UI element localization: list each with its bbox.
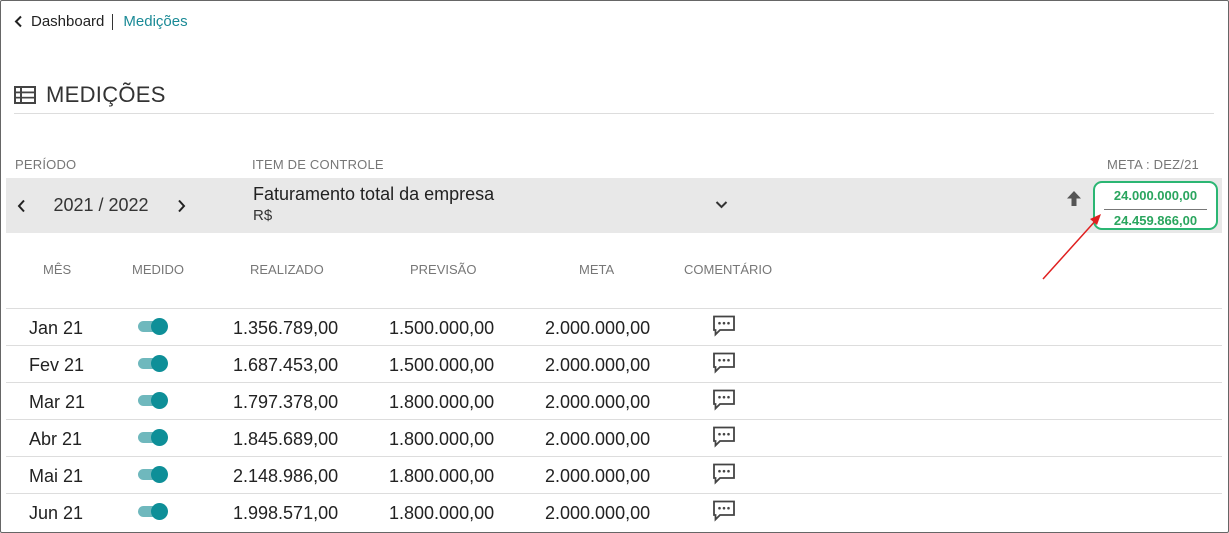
- medido-toggle[interactable]: [138, 465, 169, 484]
- label-item-controle: ITEM DE CONTROLE: [252, 157, 384, 172]
- col-header-mes: MÊS: [43, 262, 72, 277]
- col-header-comentario: COMENTÁRIO: [684, 262, 773, 277]
- period-selector: 2021 / 2022: [6, 178, 196, 233]
- cell-realizado: 1.356.789,00: [233, 318, 339, 338]
- comment-icon[interactable]: [712, 315, 736, 342]
- cell-previsao: 1.800.000,00: [389, 392, 495, 412]
- cell-mes: Mar 21: [29, 392, 86, 412]
- col-header-realizado: REALIZADO: [250, 262, 324, 277]
- cell-realizado: 1.998.571,00: [233, 503, 339, 523]
- page-title-text: MEDIÇÕES: [46, 82, 166, 107]
- comment-icon[interactable]: [712, 389, 736, 416]
- cell-previsao: 1.500.000,00: [389, 355, 495, 375]
- breadcrumb-separator: [112, 13, 114, 30]
- period-next-button[interactable]: [166, 191, 196, 221]
- cell-realizado: 1.797.378,00: [233, 392, 339, 412]
- chevron-left-icon: [14, 15, 22, 28]
- chevron-left-icon: [17, 199, 25, 212]
- medido-toggle[interactable]: [138, 502, 169, 521]
- item-dropdown-button[interactable]: [709, 192, 733, 216]
- medido-toggle[interactable]: [138, 317, 169, 336]
- table-row: Fev 21 1.687.453,00 1.500.000,00 2.000.0…: [6, 346, 1222, 383]
- cell-previsao: 1.800.000,00: [389, 466, 495, 486]
- table-row: Jan 21 1.356.789,00 1.500.000,00 2.000.0…: [6, 309, 1222, 346]
- cell-meta: 2.000.000,00: [545, 318, 651, 338]
- list-icon: [14, 86, 36, 104]
- cell-meta: 2.000.000,00: [545, 429, 651, 449]
- cell-mes: Jun 21: [29, 503, 84, 523]
- cell-meta: 2.000.000,00: [545, 503, 651, 523]
- cell-meta: 2.000.000,00: [545, 355, 651, 375]
- meta-divider: [1104, 209, 1207, 210]
- breadcrumb-dashboard[interactable]: Dashboard: [31, 13, 104, 30]
- comment-icon[interactable]: [712, 463, 736, 490]
- control-item[interactable]: Faturamento total da empresa R$: [253, 184, 494, 224]
- breadcrumb-back-link[interactable]: Dashboard: [14, 13, 104, 30]
- medido-toggle[interactable]: [138, 354, 169, 373]
- meta-box: 24.000.000,00 24.459.866,00: [1093, 181, 1218, 230]
- breadcrumb: Dashboard Medições: [14, 13, 188, 30]
- breadcrumb-current: Medições: [123, 13, 188, 30]
- cell-previsao: 1.500.000,00: [389, 318, 495, 338]
- cell-meta: 2.000.000,00: [545, 466, 651, 486]
- table-row: Mai 21 2.148.986,00 1.800.000,00 2.000.0…: [6, 457, 1222, 494]
- title-divider: [14, 113, 1214, 114]
- period-value: 2021 / 2022: [53, 195, 149, 215]
- cell-realizado: 2.148.986,00: [233, 466, 339, 486]
- control-item-unit: R$: [253, 207, 273, 224]
- cell-meta: 2.000.000,00: [545, 392, 651, 412]
- period-prev-button[interactable]: [6, 191, 36, 221]
- arrow-up-icon: [1066, 190, 1082, 212]
- table-row: Jun 21 1.998.571,00 1.800.000,00 2.000.0…: [6, 494, 1222, 531]
- control-bar: 2021 / 2022 Faturamento total da empresa…: [6, 178, 1222, 233]
- comment-icon[interactable]: [712, 352, 736, 379]
- cell-previsao: 1.800.000,00: [389, 429, 495, 449]
- chevron-right-icon: [177, 199, 185, 212]
- cell-mes: Jan 21: [29, 318, 84, 338]
- cell-mes: Fev 21: [29, 355, 85, 375]
- table-row: Mar 21 1.797.378,00 1.800.000,00 2.000.0…: [6, 383, 1222, 420]
- chevron-down-icon: [715, 200, 727, 208]
- cell-mes: Mai 21: [29, 466, 84, 486]
- table-row: Abr 21 1.845.689,00 1.800.000,00 2.000.0…: [6, 420, 1222, 457]
- cell-mes: Abr 21: [29, 429, 83, 449]
- col-header-meta: META: [579, 262, 615, 277]
- label-periodo: PERÍODO: [15, 157, 77, 172]
- page-title: MEDIÇÕES: [14, 82, 166, 108]
- meta-target-value: 24.000.000,00: [1113, 188, 1198, 203]
- control-item-title: Faturamento total da empresa: [253, 184, 495, 204]
- comment-icon[interactable]: [712, 500, 736, 527]
- medido-toggle[interactable]: [138, 428, 169, 447]
- comment-icon[interactable]: [712, 426, 736, 453]
- col-header-previsao: PREVISÃO: [410, 262, 477, 277]
- cell-previsao: 1.800.000,00: [389, 503, 495, 523]
- meta-actual-value: 24.459.866,00: [1113, 213, 1198, 228]
- cell-realizado: 1.845.689,00: [233, 429, 339, 449]
- cell-realizado: 1.687.453,00: [233, 355, 339, 375]
- col-header-medido: MEDIDO: [132, 262, 184, 277]
- label-meta-header: META : DEZ/21: [1107, 157, 1199, 172]
- medido-toggle[interactable]: [138, 391, 169, 410]
